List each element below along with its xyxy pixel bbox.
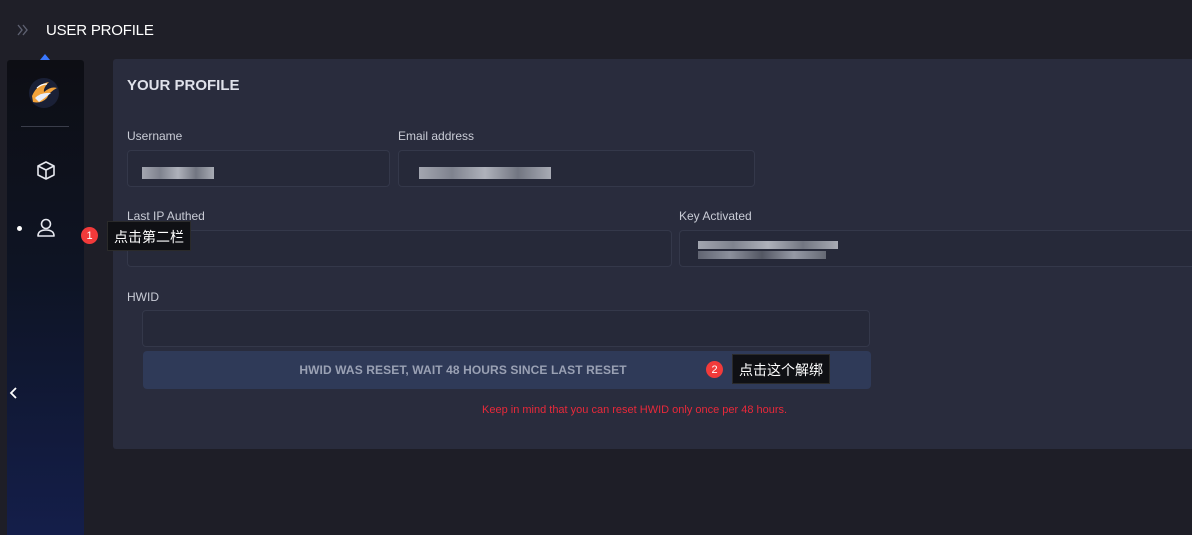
reset-warning-text: Keep in mind that you can reset HWID onl… <box>482 404 788 416</box>
username-field[interactable] <box>127 150 390 187</box>
active-dot <box>17 226 22 231</box>
redacted-key-line-2 <box>698 251 826 259</box>
sidebar-divider <box>21 126 69 127</box>
annotation-tooltip-2: 点击这个解绑 <box>732 354 830 384</box>
key-activated-label: Key Activated <box>679 209 752 223</box>
brand-logo-icon[interactable] <box>27 76 61 110</box>
annotation-badge-2: 2 <box>706 361 723 378</box>
key-activated-field[interactable] <box>679 230 1192 267</box>
sidebar-item-products[interactable] <box>33 158 59 184</box>
double-chevron-right-icon[interactable] <box>16 22 30 38</box>
collapse-sidebar-icon[interactable] <box>7 384 21 402</box>
redacted-key-line-1 <box>698 241 838 249</box>
annotation-tooltip-1: 点击第二栏 <box>107 221 191 251</box>
top-bar: USER PROFILE <box>0 0 1192 60</box>
profile-heading: YOUR PROFILE <box>127 77 240 94</box>
sidebar <box>7 60 84 535</box>
page-title: USER PROFILE <box>46 22 154 39</box>
hwid-label: HWID <box>127 290 159 304</box>
hwid-field[interactable] <box>142 310 870 347</box>
username-label: Username <box>127 129 183 143</box>
email-field[interactable] <box>398 150 755 187</box>
redacted-email <box>419 167 551 179</box>
box-icon <box>37 161 55 180</box>
redacted-username <box>142 167 214 179</box>
sidebar-item-profile[interactable] <box>33 215 59 241</box>
last-ip-field[interactable]: 0.0.0.0 <box>127 230 672 267</box>
annotation-badge-1: 1 <box>81 227 98 244</box>
reset-hwid-label: HWID WAS RESET, WAIT 48 HOURS SINCE LAST… <box>299 363 627 377</box>
email-label: Email address <box>398 129 475 143</box>
user-icon <box>37 218 55 237</box>
